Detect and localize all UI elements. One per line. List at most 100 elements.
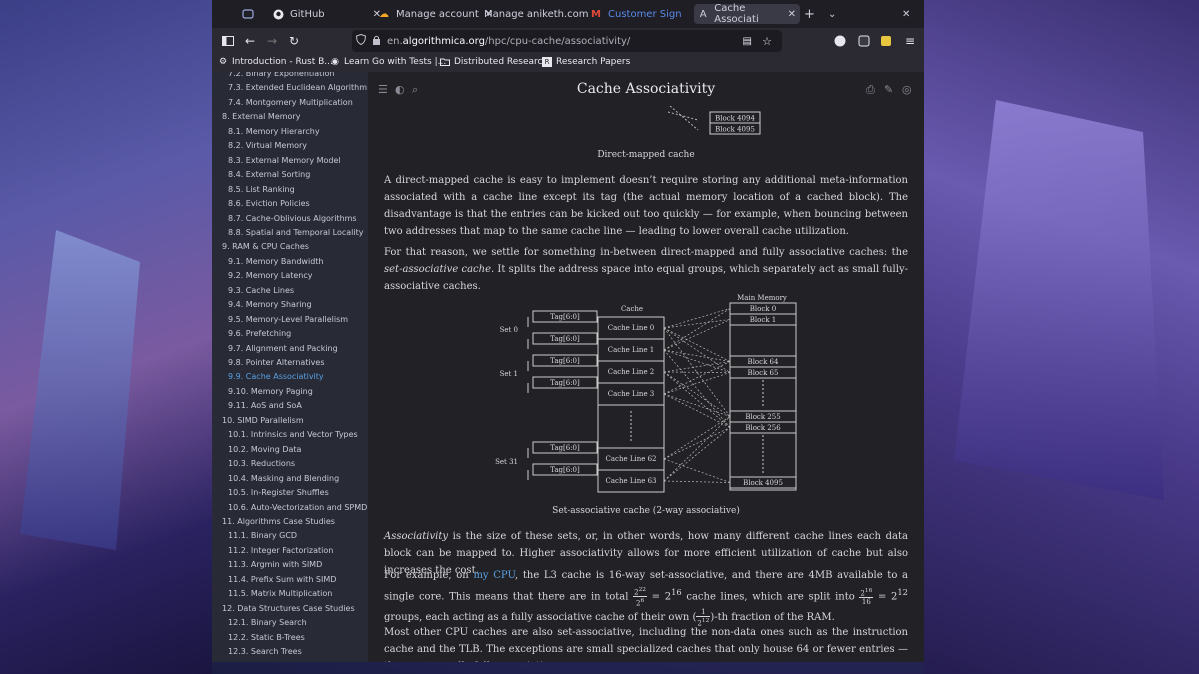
sidebar-item[interactable]: 9.8. Pointer Alternatives xyxy=(228,358,324,367)
tab-manage-account[interactable]: ☁ Manage account ✕ xyxy=(378,4,493,24)
tab-customer-sign[interactable]: M Customer Sign xyxy=(590,4,682,24)
mapping-line xyxy=(669,106,699,131)
browser-window: GitHub ✕ ☁ Manage account ✕ Manage anike… xyxy=(212,0,924,662)
sidebar-item[interactable]: 11. Algorithms Case Studies xyxy=(222,517,335,526)
sidebar-item[interactable]: 11.3. Argmin with SIMD xyxy=(228,560,322,569)
tab-list-chevron-icon[interactable]: ⌄ xyxy=(828,4,836,24)
sidebar-toggle-icon[interactable] xyxy=(220,33,236,49)
page-menubar: ☰ ◐ ⌕ Cache Associativity ⎙ ✎ ◎ xyxy=(368,72,924,106)
url-bar[interactable]: en. algorithmica.org/hpc/cpu-cache/associ… xyxy=(352,30,782,52)
block-label: Block 4095 xyxy=(743,479,783,487)
sidebar-item[interactable]: 10.6. Auto-Vectorization and SPMD xyxy=(228,503,367,512)
papers-icon: R xyxy=(542,57,552,67)
sidebar-item[interactable]: 8.4. External Sorting xyxy=(228,170,310,179)
article-content: ☰ ◐ ⌕ Cache Associativity ⎙ ✎ ◎ Block 40… xyxy=(368,72,924,662)
sidebar-item[interactable]: 12.3. Search Trees xyxy=(228,647,302,656)
set-label: Set 31 xyxy=(495,458,518,466)
window-close-icon[interactable]: ✕ xyxy=(902,4,910,24)
sidebar-item[interactable]: 9.1. Memory Bandwidth xyxy=(228,257,323,266)
sidebar-item[interactable]: 7.3. Extended Euclidean Algorithm xyxy=(228,83,367,92)
reader-view-icon[interactable]: ▤ xyxy=(743,36,752,47)
math-fraction: 222 26 xyxy=(633,587,648,608)
forward-arrow-icon[interactable]: → xyxy=(264,33,280,49)
tab-github[interactable]: GitHub ✕ xyxy=(272,4,381,24)
bitwarden-icon[interactable] xyxy=(878,33,894,49)
sidebar-item[interactable]: 9.3. Cache Lines xyxy=(228,286,294,295)
tab-label: Manage aniketh.com xyxy=(484,8,589,20)
tab-manage-aniketh[interactable]: Manage aniketh.com xyxy=(484,4,589,24)
sidebar-item[interactable]: 8.6. Eviction Policies xyxy=(228,199,310,208)
bookmark-research[interactable]: R Research Papers xyxy=(542,57,630,67)
account-icon[interactable] xyxy=(832,33,848,49)
github-repo-icon[interactable]: ◎ xyxy=(902,83,912,96)
sidebar-item[interactable]: 10. SIMD Parallelism xyxy=(222,416,304,425)
sidebar-item[interactable]: 11.4. Prefix Sum with SIMD xyxy=(228,575,336,584)
print-icon[interactable]: ⎙ xyxy=(866,83,875,97)
nav-toolbar: ← → ↻ en. algorithmica.org/hpc/cpu-cache/… xyxy=(212,28,924,54)
sidebar-item[interactable]: 9.6. Prefetching xyxy=(228,329,291,338)
sidebar-item[interactable]: 10.3. Reductions xyxy=(228,459,295,468)
edit-icon[interactable]: ✎ xyxy=(884,83,893,96)
bookmark-distributed[interactable]: Distributed Research xyxy=(440,57,548,67)
close-tab-icon[interactable]: ✕ xyxy=(788,9,796,20)
sidebar-item[interactable]: 12. Data Structures Case Studies xyxy=(222,604,355,613)
bookmark-label: Research Papers xyxy=(556,57,631,67)
sidebar-item[interactable]: 8.8. Spatial and Temporal Locality xyxy=(228,228,364,237)
extension-icon[interactable] xyxy=(856,33,872,49)
my-cpu-link[interactable]: my CPU xyxy=(473,570,515,581)
mapping-line xyxy=(663,349,731,428)
sidebar-item[interactable]: 9.10. Memory Paging xyxy=(228,387,313,396)
sidebar-item[interactable]: 8.3. External Memory Model xyxy=(228,156,341,165)
tag-label: Tag[6:0] xyxy=(550,313,580,321)
sidebar-item[interactable]: 8.7. Cache-Oblivious Algorithms xyxy=(228,214,357,223)
mapping-line xyxy=(663,372,731,395)
sidebar-item[interactable]: 9.4. Memory Sharing xyxy=(228,300,312,309)
sidebar-item[interactable]: 11.1. Binary GCD xyxy=(228,531,297,540)
sidebar-item[interactable]: 9.7. Alignment and Packing xyxy=(228,344,338,353)
sidebar-item[interactable]: 11.5. Matrix Multiplication xyxy=(228,589,332,598)
block-label: Block 256 xyxy=(745,424,781,432)
sidebar-item[interactable]: 9.11. AoS and SoA xyxy=(228,401,302,410)
tab-container[interactable] xyxy=(242,4,260,24)
tab-cache-associativity[interactable]: A Cache Associati ✕ xyxy=(694,3,800,25)
cache-line-label: Cache Line 62 xyxy=(606,455,657,463)
container-icon xyxy=(242,8,254,20)
bookmark-go[interactable]: ◉ Learn Go with Tests |... xyxy=(330,57,446,67)
shield-icon[interactable] xyxy=(355,33,367,48)
block-label: Block 4094 xyxy=(715,115,755,123)
lock-icon[interactable] xyxy=(372,35,381,48)
mapping-line xyxy=(663,458,731,483)
bookmark-star-icon[interactable]: ☆ xyxy=(762,35,772,48)
bookmark-rust[interactable]: ⚙ Introduction - Rust B... xyxy=(218,57,333,67)
sidebar-item[interactable]: 10.1. Intrinsics and Vector Types xyxy=(228,430,358,439)
back-arrow-icon[interactable]: ← xyxy=(242,33,258,49)
sidebar-item[interactable]: 10.4. Masking and Blending xyxy=(228,474,339,483)
tag-label: Tag[6:0] xyxy=(550,466,580,474)
sidebar-item[interactable]: 7.4. Montgomery Multiplication xyxy=(228,98,353,107)
sidebar-item[interactable]: 12.1. Binary Search xyxy=(228,618,307,627)
sidebar-item[interactable]: 8. External Memory xyxy=(222,112,300,121)
reload-icon[interactable]: ↻ xyxy=(286,33,302,49)
sidebar-item[interactable]: 8.2. Virtual Memory xyxy=(228,141,307,150)
cache-line-label: Cache Line 0 xyxy=(608,324,655,332)
sidebar-item[interactable]: 9.5. Memory-Level Parallelism xyxy=(228,315,348,324)
new-tab-button[interactable]: + xyxy=(804,4,815,24)
mapping-line xyxy=(663,427,731,482)
sidebar-item[interactable]: 12.2. Static B-Trees xyxy=(228,633,305,642)
sidebar-item[interactable]: 11.2. Integer Factorization xyxy=(228,546,333,555)
math-fraction: 216 16 xyxy=(859,588,874,607)
sidebar-item[interactable]: 9.2. Memory Latency xyxy=(228,271,313,280)
sidebar-item[interactable]: 9.9. Cache Associativity xyxy=(228,372,324,381)
bookmark-label: Distributed Research xyxy=(454,57,549,67)
sidebar-item[interactable]: 10.5. In-Register Shuffles xyxy=(228,488,329,497)
direct-mapped-diagram: Block 4094 Block 4095 xyxy=(668,106,761,135)
menu-icon[interactable]: ≡ xyxy=(902,33,918,49)
sidebar-item[interactable]: 7.2. Binary Exponentiation xyxy=(228,72,334,78)
set-label: Set 0 xyxy=(500,326,518,334)
sidebar-item[interactable]: 10.2. Moving Data xyxy=(228,445,301,454)
cache-line-label: Cache Line 63 xyxy=(606,477,657,485)
sidebar-item[interactable]: 8.1. Memory Hierarchy xyxy=(228,127,320,136)
sidebar-item[interactable]: 8.5. List Ranking xyxy=(228,185,295,194)
sidebar-item[interactable]: 9. RAM & CPU Caches xyxy=(222,242,309,251)
tag-label: Tag[6:0] xyxy=(550,335,580,343)
